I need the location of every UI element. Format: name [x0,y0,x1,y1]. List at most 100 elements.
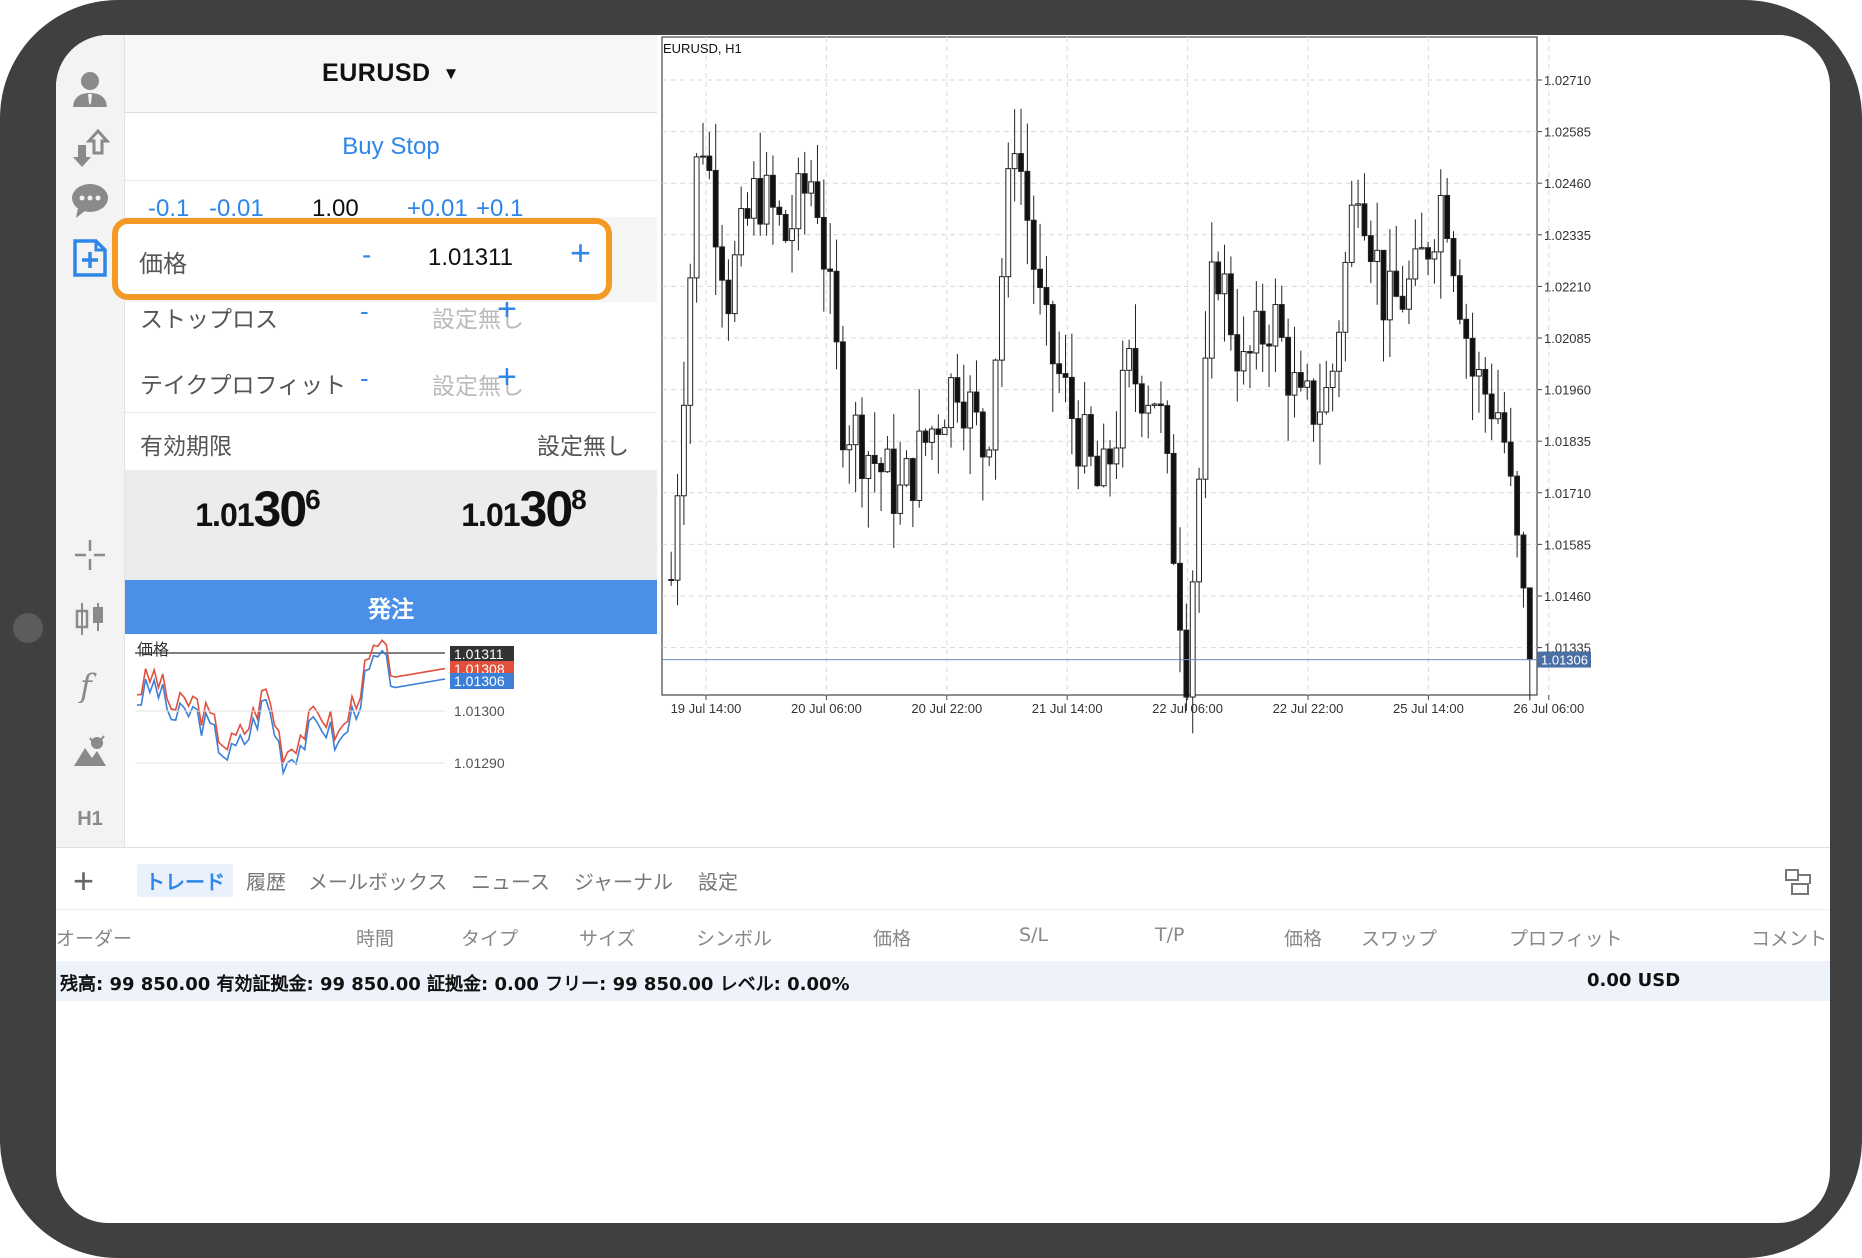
col-swap[interactable]: スワップ [1361,924,1437,951]
quotes-area: 1.01306 1.01308 [125,470,657,580]
mini-level-label: 1.01306 [454,673,505,689]
candle-body [998,276,1005,361]
tab-history[interactable]: 履歴 [238,864,294,897]
candle-body [1297,372,1304,388]
candle-body [1495,412,1501,420]
tab-settings[interactable]: 設定 [690,864,746,897]
main-chart[interactable]: 1.02710 1.02585 1.02460 1.02335 1.02210 1.020… [657,35,1830,847]
candle-body [1266,343,1272,347]
tab-journal[interactable]: ジャーナル [566,864,681,897]
price-plus-button[interactable]: + [570,232,591,274]
col-size[interactable]: サイズ [579,924,635,951]
candle-body [922,430,929,443]
timeframe-button[interactable]: H1 [56,789,124,849]
col-symbol[interactable]: シンボル [696,924,772,951]
candle-body [1005,168,1012,278]
tab-news[interactable]: ニュース [463,864,558,897]
indicator-icon[interactable]: f [56,655,124,715]
stoploss-minus-button[interactable]: - [360,302,369,327]
candle-body [1247,351,1253,354]
volume-plus-01-button[interactable]: +0.1 [476,195,523,217]
chat-icon[interactable] [56,170,124,230]
takeprofit-value[interactable]: 設定無し [408,367,548,401]
trade-columns-header: オーダー 時間 タイプ サイズ シンボル 価格 S/L T/P 価格 スワップ … [56,909,1830,962]
tab-trade[interactable]: トレード [137,864,233,897]
symbol-label: EURUSD [322,59,431,87]
candle-body [884,448,891,473]
candle-body [1285,336,1292,396]
candle-body [960,401,967,429]
candle-body [731,254,738,315]
candle-body [1488,393,1495,420]
layout-icon[interactable] [1784,868,1814,900]
time-axis-label: 22 Jul 22:00 [1273,701,1344,716]
time-axis-label: 21 Jul 14:00 [1032,701,1103,716]
candle-body [833,270,840,343]
candle-body [948,377,954,429]
candle-body [1272,304,1279,347]
mini-axis-label: 1.01300 [454,703,505,719]
candle-body [1208,261,1215,359]
expiry-row[interactable]: 有効期限 設定無し [125,413,657,471]
candle-body [897,484,904,514]
time-axis-label: 25 Jul 14:00 [1393,701,1464,716]
candle-body [1062,373,1069,378]
device-frame: f H1 EURUSD ▼ Buy Stop -0.1 -0.01 1.00 +… [0,0,1862,1258]
col-comment[interactable]: コメント [1751,924,1827,951]
col-type[interactable]: タイプ [461,924,518,951]
chart-type-icon[interactable] [56,589,124,649]
stoploss-value[interactable]: 設定無し [408,302,548,334]
takeprofit-minus-button[interactable]: - [360,363,369,394]
price-minus-button[interactable]: - [362,239,371,271]
chevron-down-icon: ▼ [442,63,460,83]
order-type-selector[interactable]: Buy Stop [125,113,657,181]
candle-body [973,391,980,413]
time-axis-label: 20 Jul 22:00 [911,701,982,716]
col-price[interactable]: 価格 [873,924,911,951]
candle-body [852,414,859,446]
objects-icon[interactable] [56,721,124,781]
candle-body [1126,348,1133,371]
candle-body [1107,448,1113,465]
takeprofit-plus-button[interactable]: + [497,358,517,397]
crosshair-icon[interactable] [56,525,124,585]
chart-symbol-label: EURUSD, H1 [663,41,742,56]
col-tp[interactable]: T/P [1155,924,1184,946]
tab-mailbox[interactable]: メールボックス [300,864,455,897]
col-sl[interactable]: S/L [1019,924,1048,946]
stoploss-plus-button[interactable]: + [497,302,517,329]
col-profit[interactable]: プロフィット [1509,924,1623,951]
candlestick-chart[interactable]: 1.02710 1.02585 1.02460 1.02335 1.02210 1.020… [657,35,1830,847]
candle-body [1336,331,1342,372]
candle-body [1399,295,1406,310]
candle-body [1075,418,1082,467]
volume-plus-001-button[interactable]: +0.01 [407,195,468,217]
candle-body [1520,534,1527,589]
candle-body [967,391,974,429]
col-price-current[interactable]: 価格 [1284,924,1322,951]
account-icon[interactable] [56,59,124,119]
left-toolbar: f H1 [56,35,125,847]
place-order-button[interactable]: 発注 [125,580,657,634]
candle-body [1418,247,1425,250]
candle-body [986,449,993,458]
price-axis-label: 1.01960 [1544,383,1591,398]
symbol-selector[interactable]: EURUSD ▼ [125,35,657,113]
candle-body [1348,204,1355,263]
volume-minus-001-button[interactable]: -0.01 [209,195,264,217]
add-icon[interactable]: + [73,860,94,902]
volume-value[interactable]: 1.00 [312,195,359,217]
col-order[interactable]: オーダー [56,924,132,951]
candle-body [1119,369,1126,449]
candle-body [750,178,757,219]
time-axis-label: 26 Jul 06:00 [1513,701,1584,716]
balance-summary: 残高: 99 850.00 有効証拠金: 99 850.00 証拠金: 0.00… [60,974,850,995]
col-time[interactable]: 時間 [356,924,394,951]
candle-body [1425,247,1431,260]
price-value[interactable]: 1.01311 [428,244,513,272]
volume-minus-01-button[interactable]: -0.1 [148,195,189,217]
candle-body [1094,455,1101,487]
candle-body [839,341,846,451]
candle-body [808,181,815,194]
candle-body [1444,194,1451,239]
